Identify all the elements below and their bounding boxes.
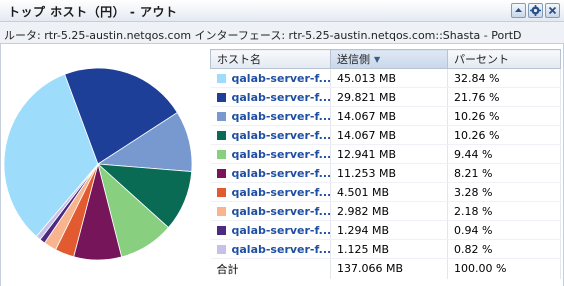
table-row: qalab-server-f... 14.067 MB 10.26 % — [210, 125, 561, 145]
table-row: qalab-server-f... 1.125 MB 0.82 % — [210, 239, 561, 259]
table-row: qalab-server-f... 29.821 MB 21.76 % — [210, 87, 561, 107]
host-cell: qalab-server-f... — [210, 239, 331, 259]
legend-swatch — [216, 111, 226, 121]
sent-cell: 45.013 MB — [330, 68, 448, 88]
table-row: qalab-server-f... 12.941 MB 9.44 % — [210, 144, 561, 164]
top-hosts-table: ホスト名 送信側 ▼ パーセント qalab-server-f... 45.013 … — [210, 49, 561, 279]
sent-cell: 11.253 MB — [330, 163, 448, 183]
host-link[interactable]: qalab-server-f... — [232, 186, 330, 199]
widget-title: トップ ホスト（円） - アウト — [8, 5, 178, 19]
host-cell: qalab-server-f... — [210, 201, 331, 221]
sent-cell: 12.941 MB — [330, 144, 448, 164]
host-link[interactable]: qalab-server-f... — [232, 72, 330, 85]
percent-cell: 10.26 % — [447, 106, 561, 126]
legend-swatch — [216, 149, 226, 159]
total-sent: 137.066 MB — [330, 258, 448, 279]
host-cell: qalab-server-f... — [210, 68, 331, 88]
column-header-percent[interactable]: パーセント — [447, 49, 561, 69]
column-header-host[interactable]: ホスト名 — [210, 49, 331, 69]
legend-swatch — [216, 130, 226, 140]
pie-chart — [2, 46, 198, 284]
host-link[interactable]: qalab-server-f... — [232, 167, 330, 180]
percent-cell: 21.76 % — [447, 87, 561, 107]
percent-cell: 32.84 % — [447, 68, 561, 88]
host-cell: qalab-server-f... — [210, 106, 331, 126]
table-row: qalab-server-f... 45.013 MB 32.84 % — [210, 68, 561, 88]
host-cell: qalab-server-f... — [210, 87, 331, 107]
close-button[interactable] — [545, 3, 560, 18]
sent-cell: 1.125 MB — [330, 239, 448, 259]
legend-swatch — [216, 206, 226, 216]
percent-cell: 8.21 % — [447, 163, 561, 183]
host-link[interactable]: qalab-server-f... — [232, 91, 330, 104]
legend-swatch — [216, 225, 226, 235]
legend-swatch — [216, 73, 226, 83]
sent-cell: 29.821 MB — [330, 87, 448, 107]
percent-cell: 3.28 % — [447, 182, 561, 202]
host-link[interactable]: qalab-server-f... — [232, 110, 330, 123]
percent-cell: 9.44 % — [447, 144, 561, 164]
host-cell: qalab-server-f... — [210, 125, 331, 145]
table-body: qalab-server-f... 45.013 MB 32.84 % qalab-s… — [210, 68, 561, 279]
total-label: 合計 — [210, 258, 331, 279]
sort-descending-icon: ▼ — [374, 55, 381, 64]
sent-cell: 14.067 MB — [330, 125, 448, 145]
percent-cell: 0.94 % — [447, 220, 561, 240]
legend-swatch — [216, 244, 226, 254]
table-row: qalab-server-f... 14.067 MB 10.26 % — [210, 106, 561, 126]
host-link[interactable]: qalab-server-f... — [232, 243, 330, 256]
close-icon — [548, 6, 557, 15]
settings-gear-icon — [530, 5, 541, 16]
legend-swatch — [216, 187, 226, 197]
table-row: qalab-server-f... 1.294 MB 0.94 % — [210, 220, 561, 240]
column-header-host-label: ホスト名 — [217, 53, 261, 66]
total-percent: 100.00 % — [447, 258, 561, 279]
settings-button[interactable] — [528, 3, 543, 18]
column-header-percent-label: パーセント — [454, 53, 509, 66]
sent-cell: 14.067 MB — [330, 106, 448, 126]
table-row: qalab-server-f... 11.253 MB 8.21 % — [210, 163, 561, 183]
host-link[interactable]: qalab-server-f... — [232, 129, 330, 142]
column-header-sent-label: 送信側 — [337, 53, 370, 66]
host-cell: qalab-server-f... — [210, 163, 331, 183]
column-header-sent[interactable]: 送信側 ▼ — [330, 49, 448, 69]
host-cell: qalab-server-f... — [210, 220, 331, 240]
host-cell: qalab-server-f... — [210, 144, 331, 164]
table-row: qalab-server-f... 2.982 MB 2.18 % — [210, 201, 561, 221]
table-row: qalab-server-f... 4.501 MB 3.28 % — [210, 182, 561, 202]
sent-cell: 4.501 MB — [330, 182, 448, 202]
percent-cell: 0.82 % — [447, 239, 561, 259]
percent-cell: 2.18 % — [447, 201, 561, 221]
pie-chart-svg — [3, 67, 193, 261]
host-link[interactable]: qalab-server-f... — [232, 148, 330, 161]
host-cell: qalab-server-f... — [210, 182, 331, 202]
legend-swatch — [216, 92, 226, 102]
sent-cell: 1.294 MB — [330, 220, 448, 240]
host-link[interactable]: qalab-server-f... — [232, 224, 330, 237]
percent-cell: 10.26 % — [447, 125, 561, 145]
widget-title-bar: トップ ホスト（円） - アウト — [0, 0, 564, 22]
host-link[interactable]: qalab-server-f... — [232, 205, 330, 218]
table-header-row: ホスト名 送信側 ▼ パーセント — [210, 49, 561, 69]
router-interface-label: ルータ: rtr-5.25-austin.netqos.com インターフェース… — [0, 22, 564, 44]
collapse-up-icon — [515, 8, 522, 12]
total-row: 合計 137.066 MB 100.00 % — [210, 258, 561, 279]
sent-cell: 2.982 MB — [330, 201, 448, 221]
legend-swatch — [216, 168, 226, 178]
collapse-up-button[interactable] — [511, 3, 526, 18]
